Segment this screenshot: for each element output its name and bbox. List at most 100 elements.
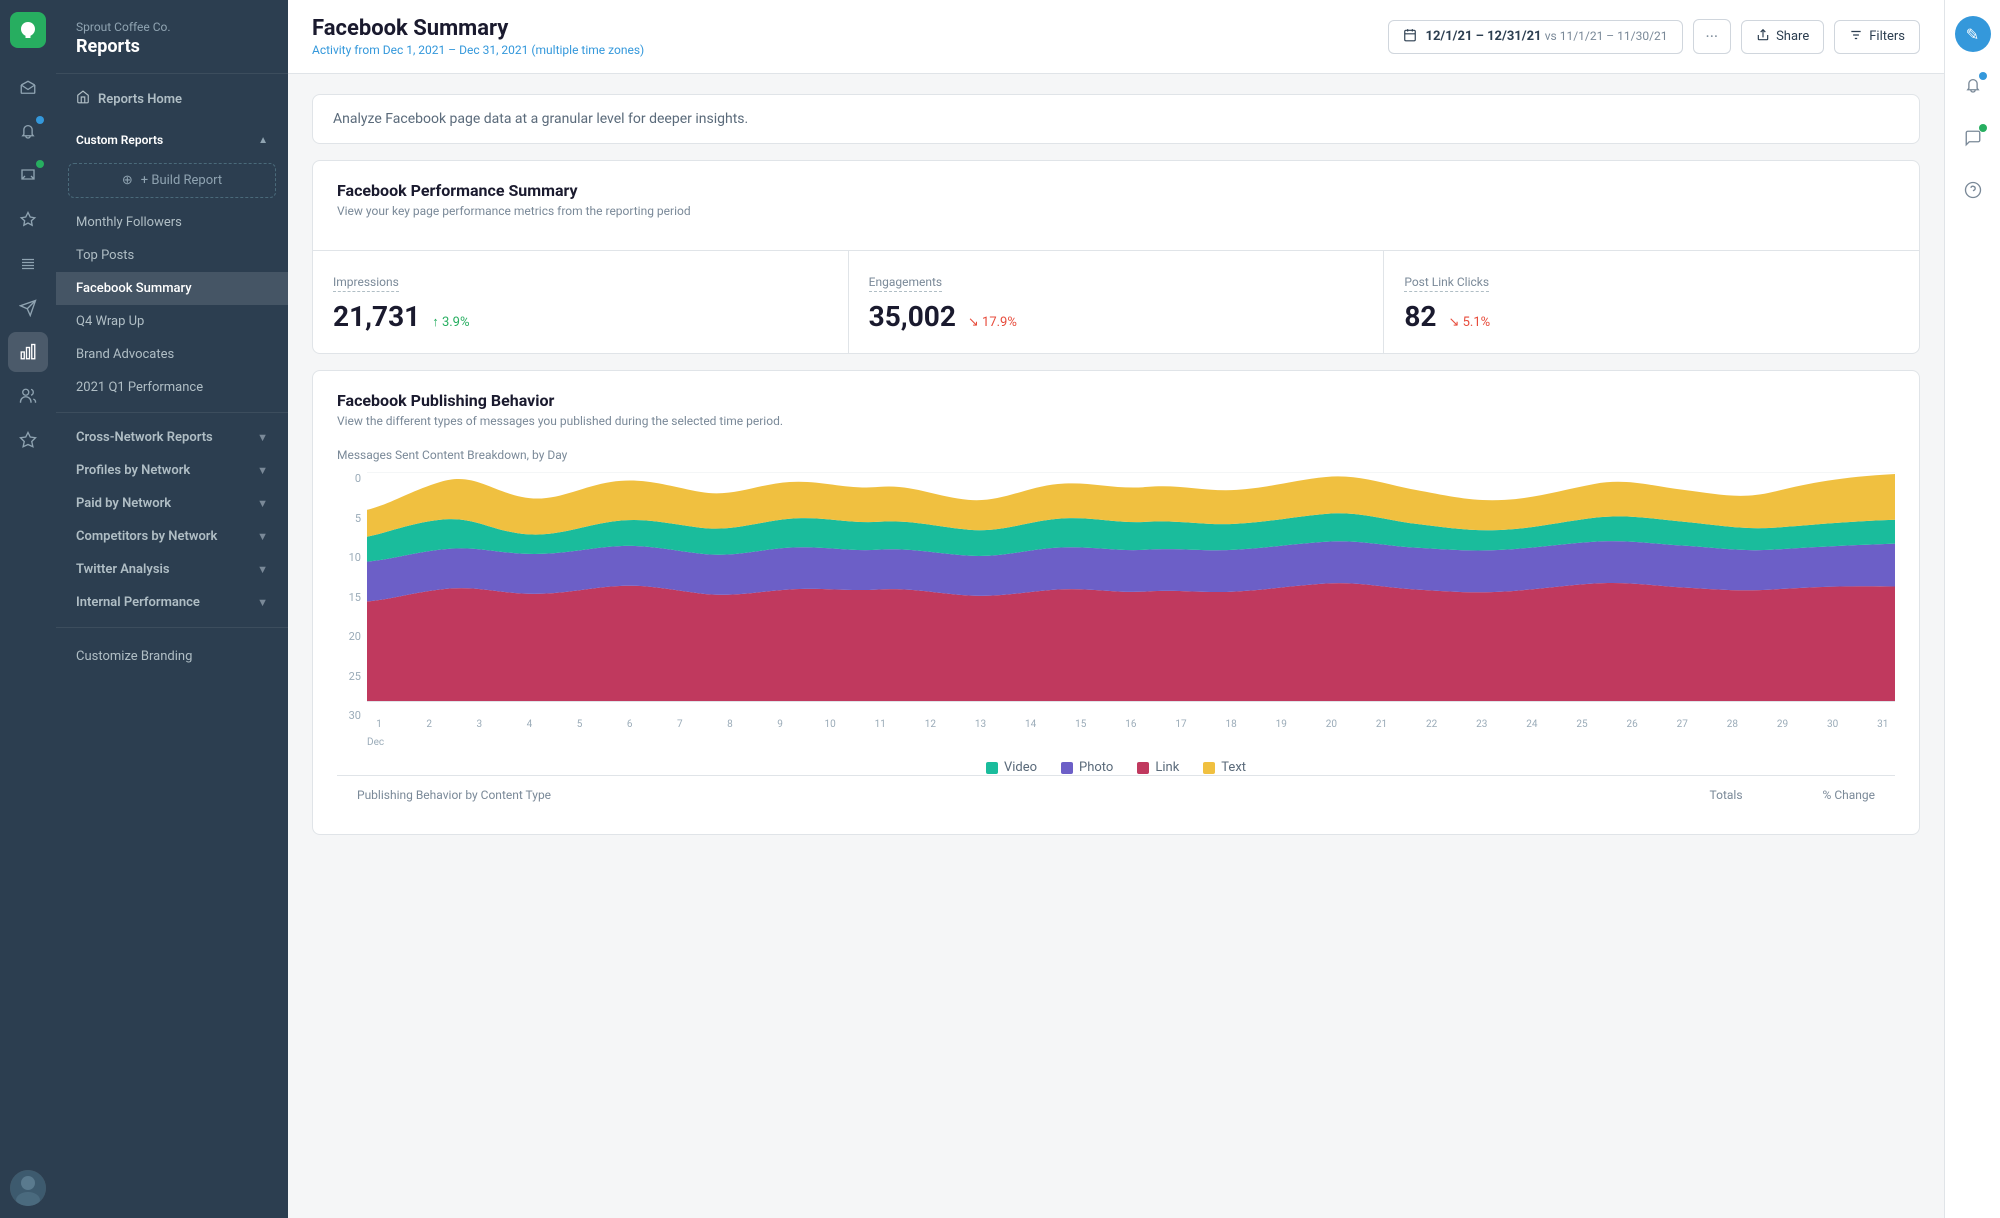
metrics-row: Impressions 21,731 ↑ 3.9% Engagements 35… bbox=[313, 250, 1919, 353]
icon-rail bbox=[0, 0, 56, 1218]
x-27: 27 bbox=[1670, 719, 1694, 730]
legend-video: Video bbox=[986, 760, 1037, 775]
sidebar-internal-performance[interactable]: Internal Performance ▼ bbox=[56, 586, 288, 619]
filters-button[interactable]: Filters bbox=[1834, 20, 1920, 54]
engagements-value: 35,002 bbox=[869, 300, 956, 333]
chart-legend: Video Photo Link Text bbox=[337, 760, 1895, 775]
link-label: Link bbox=[1155, 760, 1179, 775]
text-label: Text bbox=[1221, 760, 1246, 775]
user-avatar[interactable] bbox=[10, 1170, 46, 1206]
right-help[interactable] bbox=[1955, 172, 1991, 208]
header-left: Facebook Summary Activity from Dec 1, 20… bbox=[312, 16, 644, 57]
x-14: 14 bbox=[1019, 719, 1043, 730]
engagements-change: ↘ 17.9% bbox=[968, 315, 1017, 330]
table-col1: Publishing Behavior by Content Type bbox=[357, 788, 551, 802]
sidebar-item-monthly-followers[interactable]: Monthly Followers bbox=[56, 206, 288, 239]
sidebar-item-facebook-summary[interactable]: Facebook Summary bbox=[56, 272, 288, 305]
x-16: 16 bbox=[1119, 719, 1143, 730]
share-button[interactable]: Share bbox=[1741, 20, 1824, 54]
table-col2: Totals bbox=[1710, 788, 1743, 802]
table-col3: % Change bbox=[1823, 788, 1875, 802]
main-header: Facebook Summary Activity from Dec 1, 20… bbox=[288, 0, 1944, 74]
sidebar-item-q1-performance[interactable]: 2021 Q1 Performance bbox=[56, 371, 288, 404]
intro-card: Analyze Facebook page data at a granular… bbox=[312, 94, 1920, 144]
right-chat[interactable] bbox=[1955, 120, 1991, 156]
notification-badge bbox=[36, 116, 44, 124]
custom-reports-section[interactable]: Custom Reports ▲ bbox=[56, 117, 288, 155]
x-13: 13 bbox=[969, 719, 993, 730]
sidebar-competitors-by-network[interactable]: Competitors by Network ▼ bbox=[56, 520, 288, 553]
page-title: Facebook Summary bbox=[312, 16, 644, 41]
sidebar-divider-2 bbox=[56, 627, 288, 628]
sidebar-twitter-analysis[interactable]: Twitter Analysis ▼ bbox=[56, 553, 288, 586]
link-dot bbox=[1137, 762, 1149, 774]
intro-text: Analyze Facebook page data at a granular… bbox=[333, 111, 1899, 127]
brand-advocates-label: Brand Advocates bbox=[76, 347, 174, 362]
x-31: 31 bbox=[1871, 719, 1895, 730]
y-label-0: 0 bbox=[337, 472, 367, 485]
x-7: 7 bbox=[668, 719, 692, 730]
nav-reports[interactable] bbox=[8, 332, 48, 372]
x-21: 21 bbox=[1370, 719, 1394, 730]
date-range-button[interactable]: 12/1/21 – 12/31/21 vs 11/1/21 – 11/30/21 bbox=[1388, 20, 1682, 54]
engagements-label: Engagements bbox=[869, 275, 942, 292]
engagements-value-row: 35,002 ↘ 17.9% bbox=[869, 300, 1364, 333]
share-label: Share bbox=[1776, 29, 1809, 44]
nav-notifications[interactable] bbox=[8, 112, 48, 152]
cross-network-chevron: ▼ bbox=[257, 431, 268, 444]
header-controls: 12/1/21 – 12/31/21 vs 11/1/21 – 11/30/21… bbox=[1388, 19, 1920, 54]
x-1: 1 bbox=[367, 719, 391, 730]
q4-wrap-up-label: Q4 Wrap Up bbox=[76, 314, 144, 329]
sidebar-cross-network[interactable]: Cross-Network Reports ▼ bbox=[56, 421, 288, 454]
video-label: Video bbox=[1004, 760, 1037, 775]
sidebar-item-brand-advocates[interactable]: Brand Advocates bbox=[56, 338, 288, 371]
text-dot bbox=[1203, 762, 1215, 774]
sidebar-item-q4-wrap-up[interactable]: Q4 Wrap Up bbox=[56, 305, 288, 338]
sidebar-header: Sprout Coffee Co. Reports bbox=[56, 0, 288, 74]
timezone-link[interactable]: multiple bbox=[536, 43, 579, 57]
dots-icon: ··· bbox=[1706, 27, 1719, 46]
more-options-button[interactable]: ··· bbox=[1693, 19, 1732, 54]
post-link-clicks-value-row: 82 ↘ 5.1% bbox=[1404, 300, 1899, 333]
publishing-behavior-card: Facebook Publishing Behavior View the di… bbox=[312, 370, 1920, 835]
y-label-20: 20 bbox=[337, 630, 367, 643]
logo[interactable] bbox=[10, 12, 46, 48]
x-6: 6 bbox=[618, 719, 642, 730]
x-25: 25 bbox=[1570, 719, 1594, 730]
reports-home-label: Reports Home bbox=[98, 92, 182, 107]
impressions-label: Impressions bbox=[333, 275, 399, 292]
section-title: Reports bbox=[76, 36, 268, 57]
chart-area bbox=[367, 472, 1895, 702]
nav-star[interactable] bbox=[8, 420, 48, 460]
metric-post-link-clicks: Post Link Clicks 82 ↘ 5.1% bbox=[1384, 251, 1919, 353]
sidebar: Sprout Coffee Co. Reports Reports Home C… bbox=[56, 0, 288, 1218]
calendar-icon bbox=[1403, 28, 1417, 46]
cross-network-label: Cross-Network Reports bbox=[76, 430, 213, 445]
x-28: 28 bbox=[1720, 719, 1744, 730]
nav-publish[interactable] bbox=[8, 288, 48, 328]
company-name: Sprout Coffee Co. bbox=[76, 20, 268, 34]
y-label-25: 25 bbox=[337, 670, 367, 683]
sidebar-item-top-posts[interactable]: Top Posts bbox=[56, 239, 288, 272]
metric-impressions: Impressions 21,731 ↑ 3.9% bbox=[313, 251, 849, 353]
impressions-change: ↑ 3.9% bbox=[432, 314, 469, 330]
sidebar-paid-by-network[interactable]: Paid by Network ▼ bbox=[56, 487, 288, 520]
x-29: 29 bbox=[1771, 719, 1795, 730]
nav-inbox[interactable] bbox=[8, 68, 48, 108]
sidebar-profiles-by-network[interactable]: Profiles by Network ▼ bbox=[56, 454, 288, 487]
nav-people[interactable] bbox=[8, 376, 48, 416]
nav-list[interactable] bbox=[8, 244, 48, 284]
nav-pin[interactable] bbox=[8, 200, 48, 240]
plus-icon: ⊕ bbox=[122, 173, 133, 188]
build-report-button[interactable]: ⊕ + Build Report bbox=[68, 163, 276, 198]
edit-button[interactable]: ✎ bbox=[1955, 16, 1991, 52]
x-30: 30 bbox=[1821, 719, 1845, 730]
x-20: 20 bbox=[1319, 719, 1343, 730]
facebook-summary-label: Facebook Summary bbox=[76, 281, 192, 296]
sidebar-reports-home[interactable]: Reports Home bbox=[56, 74, 288, 117]
main-content: Analyze Facebook page data at a granular… bbox=[288, 74, 1944, 1218]
right-notifications[interactable] bbox=[1955, 68, 1991, 104]
x-15: 15 bbox=[1069, 719, 1093, 730]
nav-messages[interactable] bbox=[8, 156, 48, 196]
sidebar-customize-branding[interactable]: Customize Branding bbox=[56, 640, 288, 673]
